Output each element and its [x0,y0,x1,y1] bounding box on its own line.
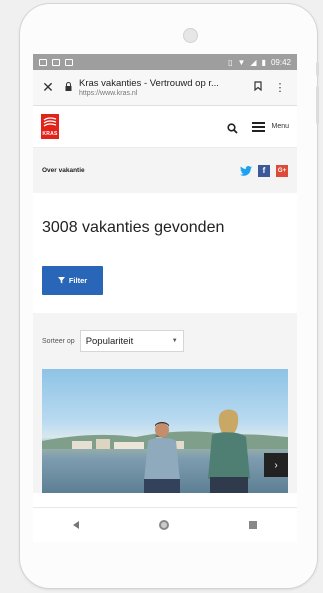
google-plus-icon[interactable]: G+ [276,164,288,177]
volume-button [316,86,319,124]
sort-selected-value: Populariteit [85,335,134,347]
browser-toolbar: ✕ Kras vakanties - Vertrouwd op r... htt… [33,70,297,106]
speaker [183,28,198,43]
breadcrumb-bar: Over vakantie f G+ [33,148,297,193]
power-button [316,62,319,76]
sort-dropdown[interactable]: Populariteit ▼ [79,330,184,352]
cyclist-man [144,422,180,493]
kras-logo[interactable]: KRAS [41,114,59,139]
back-icon[interactable] [73,521,79,529]
hero-container: › [33,369,297,493]
screen: ▯ ▼ ◢ ▮ 09:42 ✕ Kras vakanties - Vertrou… [33,54,297,542]
results-section: 3008 vakanties gevonden Filter [33,193,297,313]
bookmark-icon[interactable] [247,81,269,94]
home-icon[interactable] [159,520,169,530]
notification-icon [39,58,47,66]
sort-label: Sorteer op [42,337,75,345]
twitter-icon[interactable] [240,165,252,177]
hero-image[interactable]: › [42,369,288,493]
page-tab-title: Kras vakanties - Vertrouwd op r... [79,78,219,89]
android-nav-bar [33,507,297,542]
sort-bar: Sorteer op Populariteit ▼ [33,313,297,369]
carousel-next-button[interactable]: › [264,453,288,477]
recent-apps-icon[interactable] [249,521,257,529]
filter-icon [57,277,65,284]
site-header: KRAS Menu [33,106,297,148]
wifi-icon: ▼ [237,57,246,67]
breadcrumb-label[interactable]: Over vakantie [42,167,85,174]
address-bar[interactable]: Kras vakanties - Vertrouwd op r... https… [79,78,247,97]
facebook-icon[interactable]: f [258,164,270,177]
signal-icon: ◢ [250,57,257,67]
status-bar: ▯ ▼ ◢ ▮ 09:42 [33,54,297,70]
battery-icon: ▮ [261,57,266,67]
lock-icon [65,82,75,93]
page-url: https://www.kras.nl [79,90,138,97]
menu-button[interactable]: Menu [252,121,289,132]
chevron-down-icon: ▼ [171,338,178,344]
logo-swirl-icon [43,117,57,127]
menu-label: Menu [271,123,289,130]
results-count-title: 3008 vakanties gevonden [42,219,225,236]
logo-text: KRAS [42,131,58,137]
image-notification-icon [52,58,60,66]
more-options-icon[interactable]: ⋮ [269,81,291,94]
filter-button[interactable]: Filter [42,266,103,295]
sim-notification-icon [65,58,73,66]
status-time: 09:42 [270,57,291,67]
filter-label: Filter [68,276,88,285]
cyclist-woman [208,409,250,493]
hamburger-icon [252,121,266,132]
close-tab-icon[interactable]: ✕ [39,79,57,96]
social-links: f G+ [240,164,288,177]
search-icon[interactable] [227,121,239,134]
vibrate-icon: ▯ [228,57,233,67]
